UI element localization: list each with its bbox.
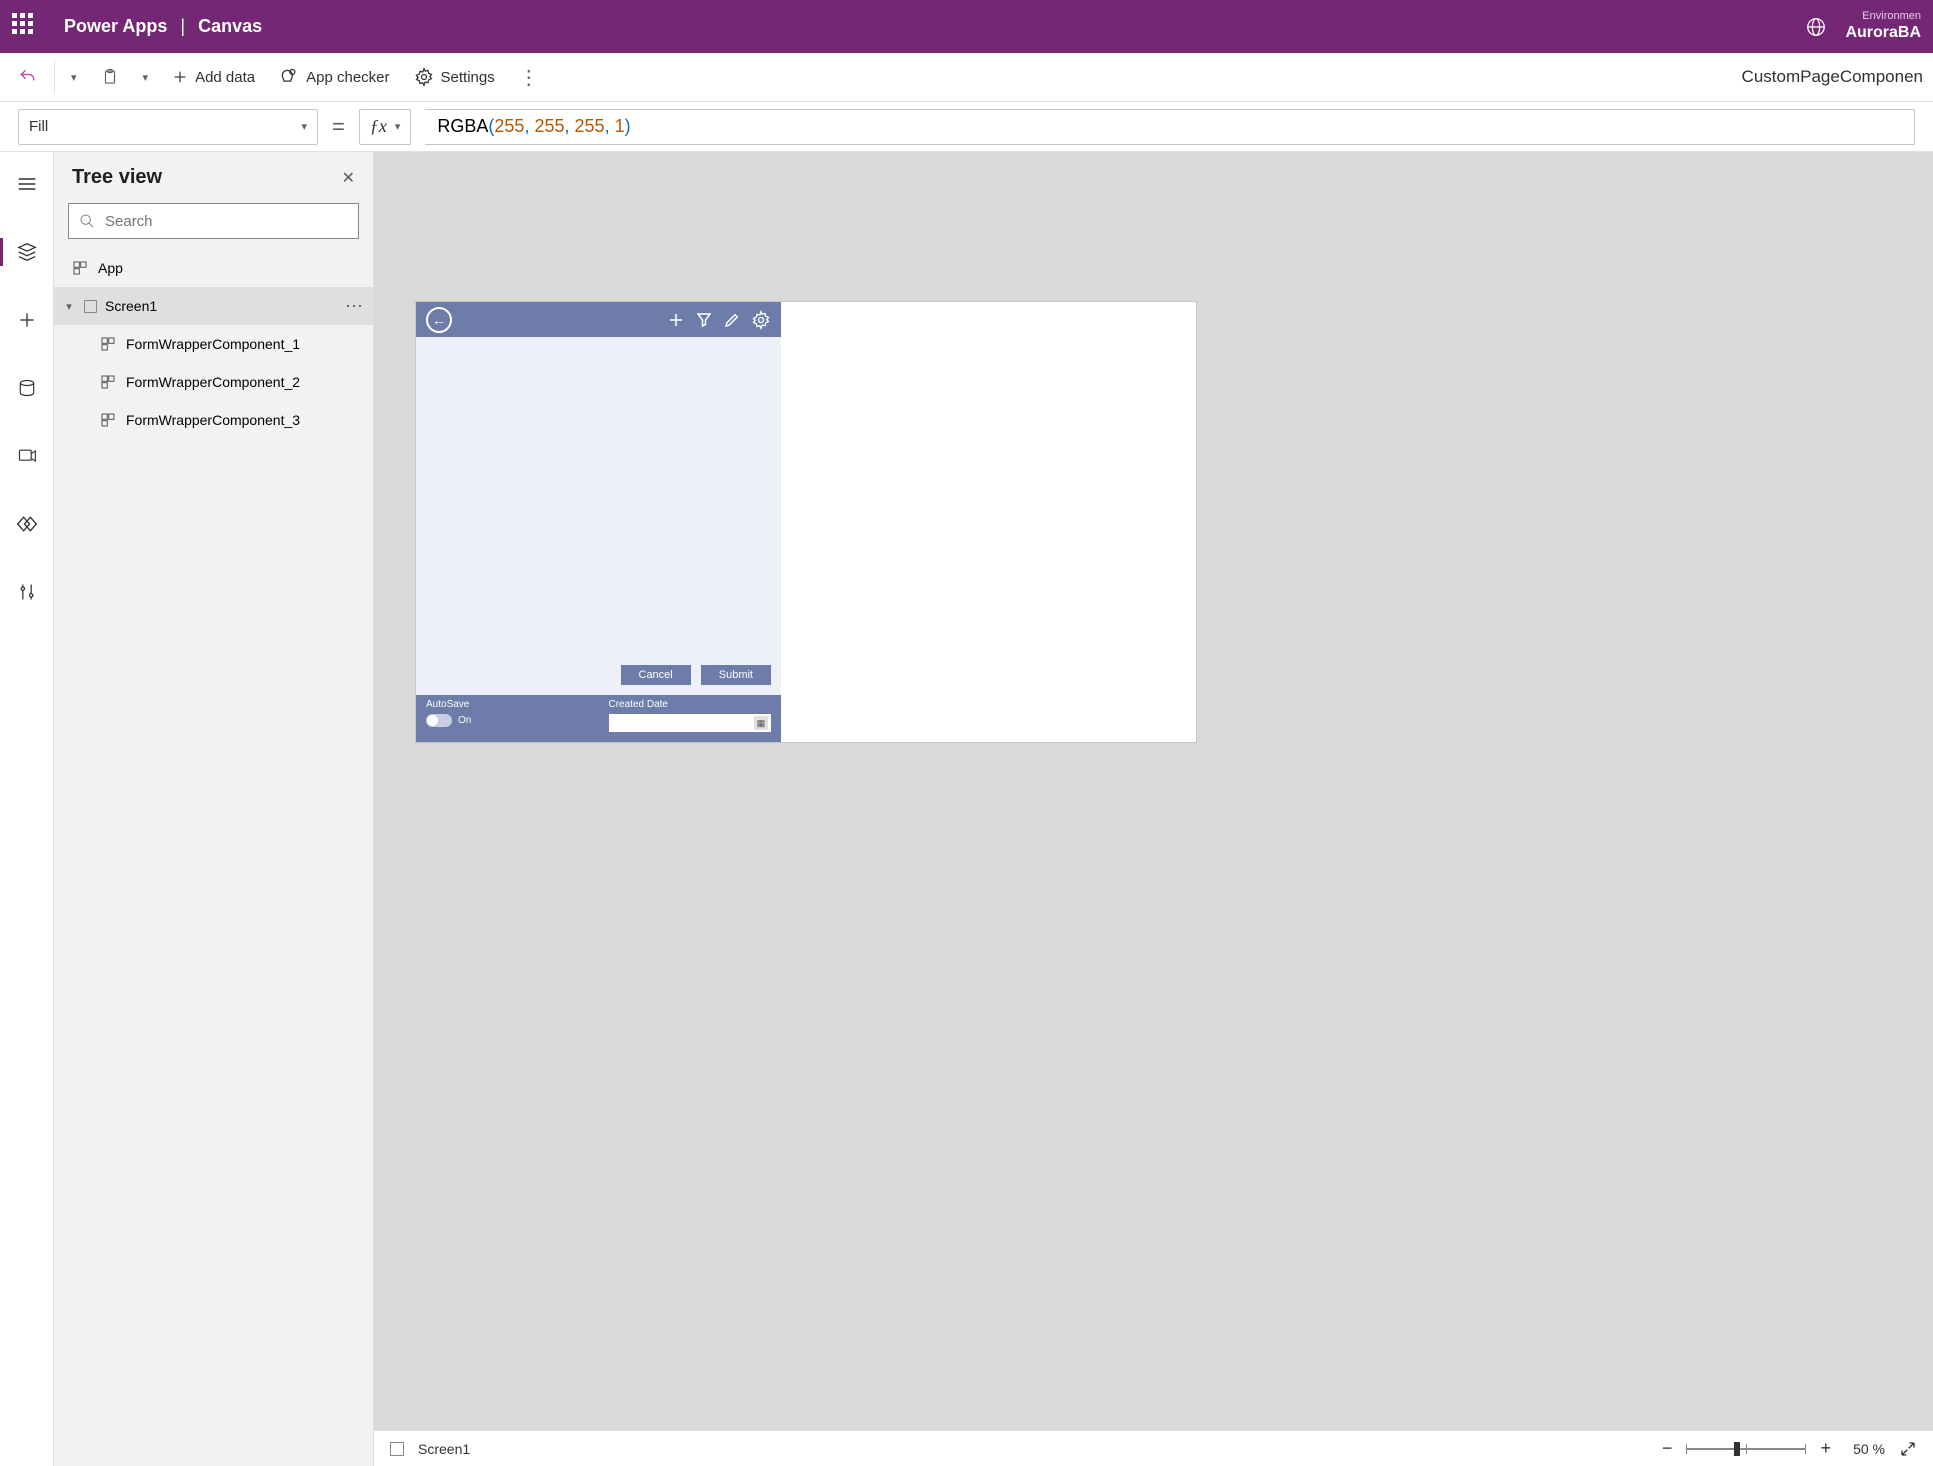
undo-dropdown[interactable]: ▾: [63, 65, 85, 90]
zoom-slider[interactable]: [1686, 1439, 1806, 1459]
filter-icon[interactable]: [695, 311, 713, 329]
edit-icon[interactable]: [723, 311, 741, 329]
paste-dropdown[interactable]: ▾: [135, 65, 157, 90]
zoom-in-button[interactable]: +: [1820, 1438, 1831, 1459]
app-checker-label: App checker: [306, 69, 389, 86]
environment-info[interactable]: Environmen AuroraBA: [1845, 9, 1921, 44]
component-icon: [100, 412, 118, 428]
tree-child-label: FormWrapperComponent_1: [126, 336, 300, 352]
rail-insert[interactable]: [0, 300, 53, 340]
tree-search-box[interactable]: [68, 203, 359, 239]
hamburger-button[interactable]: [0, 164, 53, 204]
submit-button[interactable]: Submit: [701, 665, 771, 685]
property-name: Fill: [29, 118, 48, 135]
environment-icon[interactable]: [1805, 16, 1827, 38]
form-header: ←: [416, 302, 781, 337]
add-data-button[interactable]: Add data: [164, 63, 263, 92]
close-panel-button[interactable]: ✕: [342, 168, 355, 188]
add-data-label: Add data: [195, 69, 255, 86]
settings-button[interactable]: Settings: [406, 61, 503, 93]
zoom-out-button[interactable]: −: [1662, 1438, 1673, 1459]
created-date-label: Created Date: [609, 699, 772, 710]
app-checker-button[interactable]: App checker: [271, 61, 397, 93]
autosave-label: AutoSave: [426, 699, 589, 710]
app-title: Power Apps | Canvas: [64, 16, 262, 37]
formula-input[interactable]: RGBA(255, 255, 255, 1): [425, 109, 1915, 145]
back-icon[interactable]: ←: [426, 307, 452, 333]
settings-label: Settings: [441, 69, 495, 86]
status-screen-name: Screen1: [418, 1441, 470, 1457]
component-icon: [100, 374, 118, 390]
form-component[interactable]: ←: [416, 302, 781, 742]
rail-powerautomate[interactable]: [0, 504, 53, 544]
autosave-state-label: On: [458, 715, 471, 726]
screen-icon: [84, 300, 97, 313]
expand-icon[interactable]: ▾: [62, 300, 76, 313]
tree-node-component-1[interactable]: FormWrapperComponent_1: [54, 325, 373, 363]
canvas-screen[interactable]: ←: [416, 302, 1196, 742]
fx-dropdown[interactable]: ƒx▾: [359, 109, 412, 145]
tree-child-label: FormWrapperComponent_3: [126, 412, 300, 428]
form-footer: AutoSave On Created Date ▦: [416, 695, 781, 742]
canvas-viewport[interactable]: ←: [374, 152, 1933, 1430]
fullscreen-button[interactable]: [1899, 1440, 1917, 1458]
zoom-value: 50 %: [1845, 1441, 1885, 1457]
title-separator: |: [180, 16, 185, 36]
calendar-icon: ▦: [754, 716, 768, 730]
equals-icon: =: [332, 114, 345, 140]
rail-media[interactable]: [0, 436, 53, 476]
tree-node-app[interactable]: App: [54, 249, 373, 287]
app-icon: [72, 260, 90, 276]
tree-node-more-button[interactable]: ⋯: [345, 296, 363, 317]
tree-child-label: FormWrapperComponent_2: [126, 374, 300, 390]
tree-view-title: Tree view: [72, 166, 162, 189]
tree-view-panel: Tree view ✕ App ▾ Screen1 ⋯: [54, 152, 374, 1466]
left-rail: [0, 152, 54, 1466]
app-name-label: Power Apps: [64, 16, 167, 36]
page-name-label: Canvas: [198, 16, 262, 36]
app-file-name: CustomPageComponen: [1742, 67, 1923, 87]
environment-label: Environmen: [1845, 9, 1921, 23]
undo-button[interactable]: [10, 61, 46, 93]
formula-bar: Fill ▾ = ƒx▾ RGBA(255, 255, 255, 1): [0, 102, 1933, 152]
tree-node-component-2[interactable]: FormWrapperComponent_2: [54, 363, 373, 401]
rail-treeview[interactable]: [0, 232, 53, 272]
paste-button[interactable]: [93, 62, 127, 92]
created-date-input[interactable]: ▦: [609, 714, 772, 732]
tree-screen-label: Screen1: [105, 298, 157, 314]
more-commands-button[interactable]: ⋮: [511, 59, 547, 96]
screen-icon: [390, 1442, 404, 1456]
formula-function: RGBA: [437, 116, 488, 137]
cancel-button[interactable]: Cancel: [621, 665, 691, 685]
tree-list: App ▾ Screen1 ⋯ FormWrapperComponent_1 F…: [54, 249, 373, 1466]
canvas-area: ←: [374, 152, 1933, 1466]
rail-advanced[interactable]: [0, 572, 53, 612]
waffle-icon[interactable]: [12, 13, 40, 41]
tree-node-component-3[interactable]: FormWrapperComponent_3: [54, 401, 373, 439]
form-body[interactable]: Cancel Submit: [416, 337, 781, 695]
property-selector[interactable]: Fill ▾: [18, 109, 318, 145]
gear-icon[interactable]: [751, 310, 771, 330]
component-icon: [100, 336, 118, 352]
rail-data[interactable]: [0, 368, 53, 408]
environment-name: AuroraBA: [1845, 23, 1921, 44]
app-header: Power Apps | Canvas Environmen AuroraBA: [0, 0, 1933, 53]
add-icon[interactable]: [667, 311, 685, 329]
tree-node-screen1[interactable]: ▾ Screen1 ⋯: [54, 287, 373, 325]
tree-app-label: App: [98, 260, 123, 276]
status-bar: Screen1 − + 50 %: [374, 1430, 1933, 1466]
tree-search-input[interactable]: [105, 213, 348, 230]
main-area: Tree view ✕ App ▾ Screen1 ⋯: [0, 152, 1933, 1466]
command-bar: ▾ ▾ Add data App checker Settings ⋮ Cust…: [0, 53, 1933, 102]
autosave-toggle[interactable]: On: [426, 714, 589, 727]
toggle-switch-icon: [426, 714, 452, 727]
